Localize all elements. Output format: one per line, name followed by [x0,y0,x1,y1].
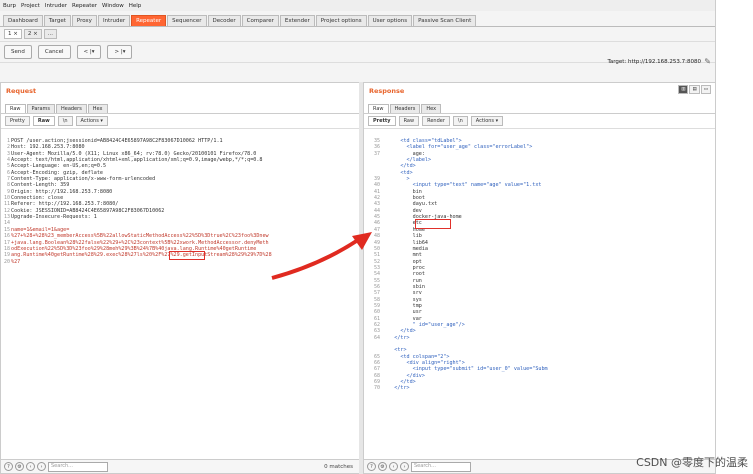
request-search-input[interactable]: Search... [48,461,108,472]
response-format-button[interactable]: \n [452,116,468,126]
target-label: Target: http://192.168.253.7:8080 [607,59,701,65]
response-search-input[interactable]: Search... [411,461,471,472]
menu-item[interactable]: Window [102,3,124,9]
request-footer: ? ⚙ ‹ › Search... [1,459,359,473]
prev-match-icon[interactable]: ‹ [389,462,398,471]
prev-match-icon[interactable]: ‹ [26,462,35,471]
repeater-tab[interactable]: ... [43,29,57,39]
request-format-bar: Pretty Raw \n Actions ▾ [1,114,359,129]
watermark: CSDN @零度下的温柔 [636,456,748,469]
request-view-tabs: Raw Params Headers Hex [1,100,359,114]
response-format-bar: Pretty Raw Render \n Actions ▾ [364,114,715,129]
tab-target[interactable]: Target [43,15,71,26]
cancel-button[interactable]: Cancel [37,45,71,59]
request-tab-raw[interactable]: Raw [5,104,26,113]
forward-button[interactable]: > |▾ [107,45,133,59]
request-tab-hex[interactable]: Hex [87,104,108,113]
request-pane: Request Raw Params Headers Hex Pretty Raw \n A… [0,82,360,474]
repeater-sub-tabs: 1 × 2 ×... [0,27,715,41]
request-format-button[interactable]: \n [57,116,73,126]
tab-dashboard[interactable]: Dashboard [3,15,43,26]
tabs-icon[interactable]: ▭ [700,85,711,94]
help-icon[interactable]: ? [4,462,13,471]
menu-item[interactable]: Burp [3,3,16,9]
main-tabs: Dashboard Target Proxy Intruder Repeater Sequ… [0,11,715,27]
request-format-button[interactable]: Pretty [5,116,30,126]
tab-proxy[interactable]: Proxy [71,15,97,26]
help-icon[interactable]: ? [367,462,376,471]
request-tab-headers[interactable]: Headers [55,104,87,113]
pencil-icon[interactable]: ✎ [704,57,711,66]
settings-icon[interactable]: ⚙ [15,462,24,471]
menu-item[interactable]: Intruder [45,3,67,9]
settings-icon[interactable]: ⚙ [378,462,387,471]
repeater-tab[interactable]: 1 × [4,29,22,39]
tab-decoder[interactable]: Decoder [207,15,241,26]
response-tab-hex[interactable]: Hex [421,104,442,113]
line-number: 70 [373,385,380,392]
line-number: 20 [3,258,10,265]
tab-intruder[interactable]: Intruder [97,15,131,26]
dayu-txt-highlight [415,219,451,229]
split-vertical-icon[interactable]: ▤ [689,85,700,94]
request-format-button[interactable]: Actions ▾ [75,116,108,126]
burp-window: Burp Project Intruder Repeater Window Help Da… [0,0,716,474]
request-title: Request [6,87,37,95]
response-pane: ▥ ▤ ▭ Response Raw Headers Hex Pretty Raw Re… [363,82,716,474]
repeater-tab[interactable]: 2 × [23,29,42,39]
request-tab-params[interactable]: Params [26,104,55,113]
view-mode-toggle: ▥ ▤ ▭ [678,85,711,94]
next-match-icon[interactable]: › [400,462,409,471]
ls-payload-highlight [169,251,205,260]
response-editor[interactable]: <td class="tdLabel"> <label for="user_ag… [382,138,713,392]
request-editor[interactable]: POST /user.action;jsessionid=AB8424C4E65… [11,138,357,265]
response-view-tabs: Raw Headers Hex [364,100,715,114]
response-tab-headers[interactable]: Headers [389,104,421,113]
tab-extender[interactable]: Extender [279,15,315,26]
response-format-button[interactable]: Actions ▾ [470,116,504,126]
tab-comparer[interactable]: Comparer [241,15,279,26]
menu-item[interactable]: Repeater [72,3,97,9]
send-button[interactable]: Send [4,45,32,59]
response-title: Response [369,87,405,95]
menu-bar: Burp Project Intruder Repeater Window Help [0,0,715,11]
split-horizontal-icon[interactable]: ▥ [678,85,689,94]
match-count: 0 matches [324,464,353,470]
menu-item[interactable]: Project [21,3,40,9]
response-tab-raw[interactable]: Raw [368,104,389,113]
response-line-gutter: 35 36 37 39 40 41 42 43 44 45 46 47 48 49 50 51 52 53 54 55… [364,138,380,392]
tab-repeater[interactable]: Repeater [131,15,167,26]
menu-item[interactable]: Help [129,3,142,9]
response-format-button[interactable]: Pretty [368,116,396,126]
back-button[interactable]: < |▾ [76,45,102,59]
request-format-button[interactable]: Raw [32,116,55,126]
response-line: </tr> [382,385,410,392]
response-format-button[interactable]: Raw [398,116,420,126]
next-match-icon[interactable]: › [37,462,46,471]
tab-user-options[interactable]: User options [367,15,413,26]
request-line-gutter: 1 2 3 4 5 6 7 8 9 10 11 12 13 14 15 16 17 18 19 20 [1,138,10,265]
tab-sequencer[interactable]: Sequencer [167,15,207,26]
response-format-button[interactable]: Render [422,116,450,126]
tab-project-options[interactable]: Project options [315,15,367,26]
tab-passive-scan-client[interactable]: Passive Scan Client [413,15,477,26]
